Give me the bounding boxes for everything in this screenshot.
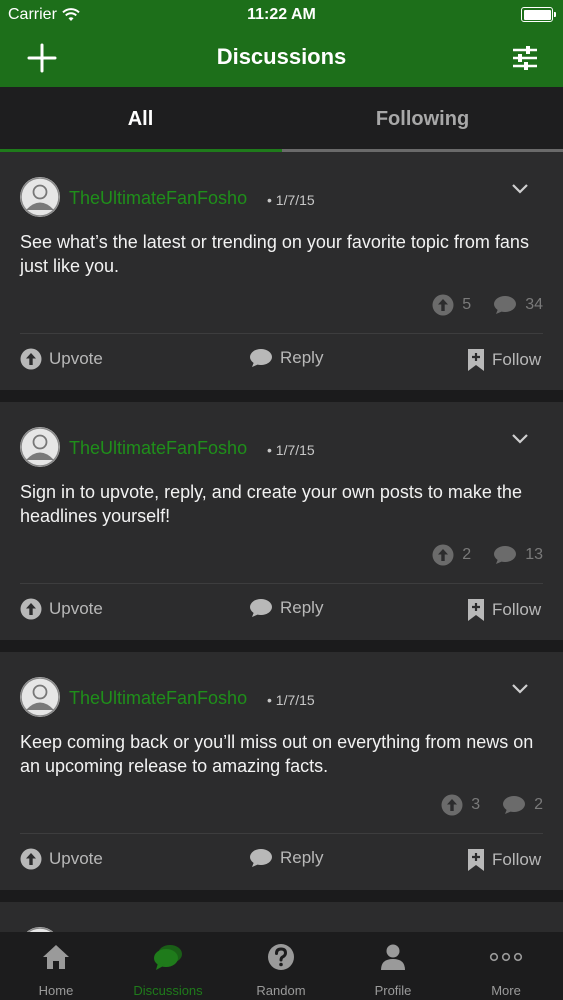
avatar[interactable] [20,677,60,717]
post-stats: 3 2 [441,794,543,816]
status-bar: Carrier 11:22 AM [0,0,563,30]
upvote-label: Upvote [49,599,103,618]
reply-button[interactable]: Reply [249,848,323,868]
post-date: • 1/7/15 [267,192,315,208]
tab-label: Discussions [133,983,203,998]
bookmark-plus-icon [468,849,484,871]
tab-label: More [491,983,521,998]
tab-profile[interactable]: Profile [337,932,449,1000]
discussion-card[interactable]: TheUltimateFanFosho • 1/7/15 See what’s … [0,152,563,390]
reply-label: Reply [280,848,324,867]
tab-discussions[interactable]: Discussions [112,932,224,1000]
tab-following[interactable]: Following [282,87,563,152]
upvote-count: 5 [432,294,471,316]
reply-icon [250,349,272,367]
avatar[interactable] [20,427,60,467]
follow-button[interactable]: Follow [467,598,541,622]
follow-label: Follow [492,850,542,869]
upvote-label: Upvote [49,849,103,868]
upvote-count: 2 [432,544,471,566]
upvote-icon [20,598,42,620]
upvote-icon [20,348,42,370]
upvote-icon [20,848,42,870]
app-screen: Carrier 11:22 AM Discussions All Followi… [0,0,563,1000]
tab-label: Profile [374,983,412,998]
upvote-count-icon [432,544,454,566]
tab-all[interactable]: All [0,87,281,152]
reply-count-icon [503,796,526,814]
reply-count: 13 [493,545,543,565]
upvote-count-value: 5 [462,296,472,313]
chevron-down-icon[interactable] [510,182,530,196]
upvote-label: Upvote [49,349,103,368]
reply-count-value: 13 [525,546,543,563]
upvote-count-icon [441,794,463,816]
page-title: Discussions [216,44,347,69]
upvote-count-value: 2 [462,546,472,563]
follow-button[interactable]: Follow [467,348,541,372]
reply-count: 34 [493,295,543,315]
post-date: • 1/7/15 [267,442,315,458]
author-name[interactable]: TheUltimateFanFosho [69,188,247,209]
upvote-count-value: 3 [471,796,481,813]
upvote-button[interactable]: Upvote [20,848,103,870]
post-stats: 5 34 [432,294,543,316]
bookmark-plus-icon [468,349,484,371]
nav-bar: Discussions [0,30,563,87]
post-stats: 2 13 [432,544,543,566]
reply-button[interactable]: Reply [249,348,323,368]
bookmark-plus-icon [468,599,484,621]
card-divider [20,583,543,584]
chevron-down-icon[interactable] [510,682,530,696]
reply-label: Reply [280,598,324,617]
upvote-button[interactable]: Upvote [20,598,103,620]
chat-bubbles-icon [154,945,182,970]
tab-label: Home [38,983,74,998]
post-body[interactable]: Keep coming back or you’ll miss out on e… [20,730,550,778]
tab-home[interactable]: Home [0,932,112,1000]
chevron-down-icon[interactable] [510,432,530,446]
bottom-tab-bar: Home Discussions Random Profile More [0,932,563,1000]
reply-button[interactable]: Reply [249,598,323,618]
upvote-button[interactable]: Upvote [20,348,103,370]
reply-count-value: 34 [525,296,543,313]
battery-icon [521,7,556,22]
more-dots-icon [489,952,523,962]
segmented-tabs: All Following [0,87,563,152]
avatar[interactable] [20,177,60,217]
default-avatar-icon [20,427,60,467]
discussion-card[interactable]: TheUltimateFanFosho • 1/7/15 Keep coming… [0,652,563,890]
sliders-icon[interactable] [509,42,541,74]
post-body[interactable]: See what’s the latest or trending on you… [20,230,550,278]
card-divider [20,833,543,834]
default-avatar-icon [20,677,60,717]
upvote-count-icon [432,294,454,316]
follow-label: Follow [492,350,542,369]
author-name[interactable]: TheUltimateFanFosho [69,438,247,459]
reply-count-icon [494,546,517,564]
question-icon [268,944,294,970]
clock: 11:22 AM [247,6,316,23]
tab-random[interactable]: Random [225,932,337,1000]
follow-button[interactable]: Follow [467,848,541,872]
follow-label: Follow [492,600,542,619]
post-body[interactable]: Sign in to upvote, reply, and create you… [20,480,550,528]
reply-count-icon [494,296,517,314]
reply-label: Reply [280,348,324,367]
default-avatar-icon [20,177,60,217]
post-date: • 1/7/15 [267,692,315,708]
reply-count-value: 2 [534,796,543,813]
reply-count: 2 [502,795,543,815]
tab-label: Random [256,983,306,998]
home-icon [43,945,69,969]
reply-icon [250,599,272,617]
person-icon [381,944,405,970]
author-name[interactable]: TheUltimateFanFosho [69,688,247,709]
card-divider [20,333,543,334]
upvote-count: 3 [441,794,480,816]
discussion-card[interactable]: TheUltimateFanFosho • 1/7/15 Sign in to … [0,402,563,640]
reply-icon [250,849,272,867]
tab-more[interactable]: More [450,932,562,1000]
